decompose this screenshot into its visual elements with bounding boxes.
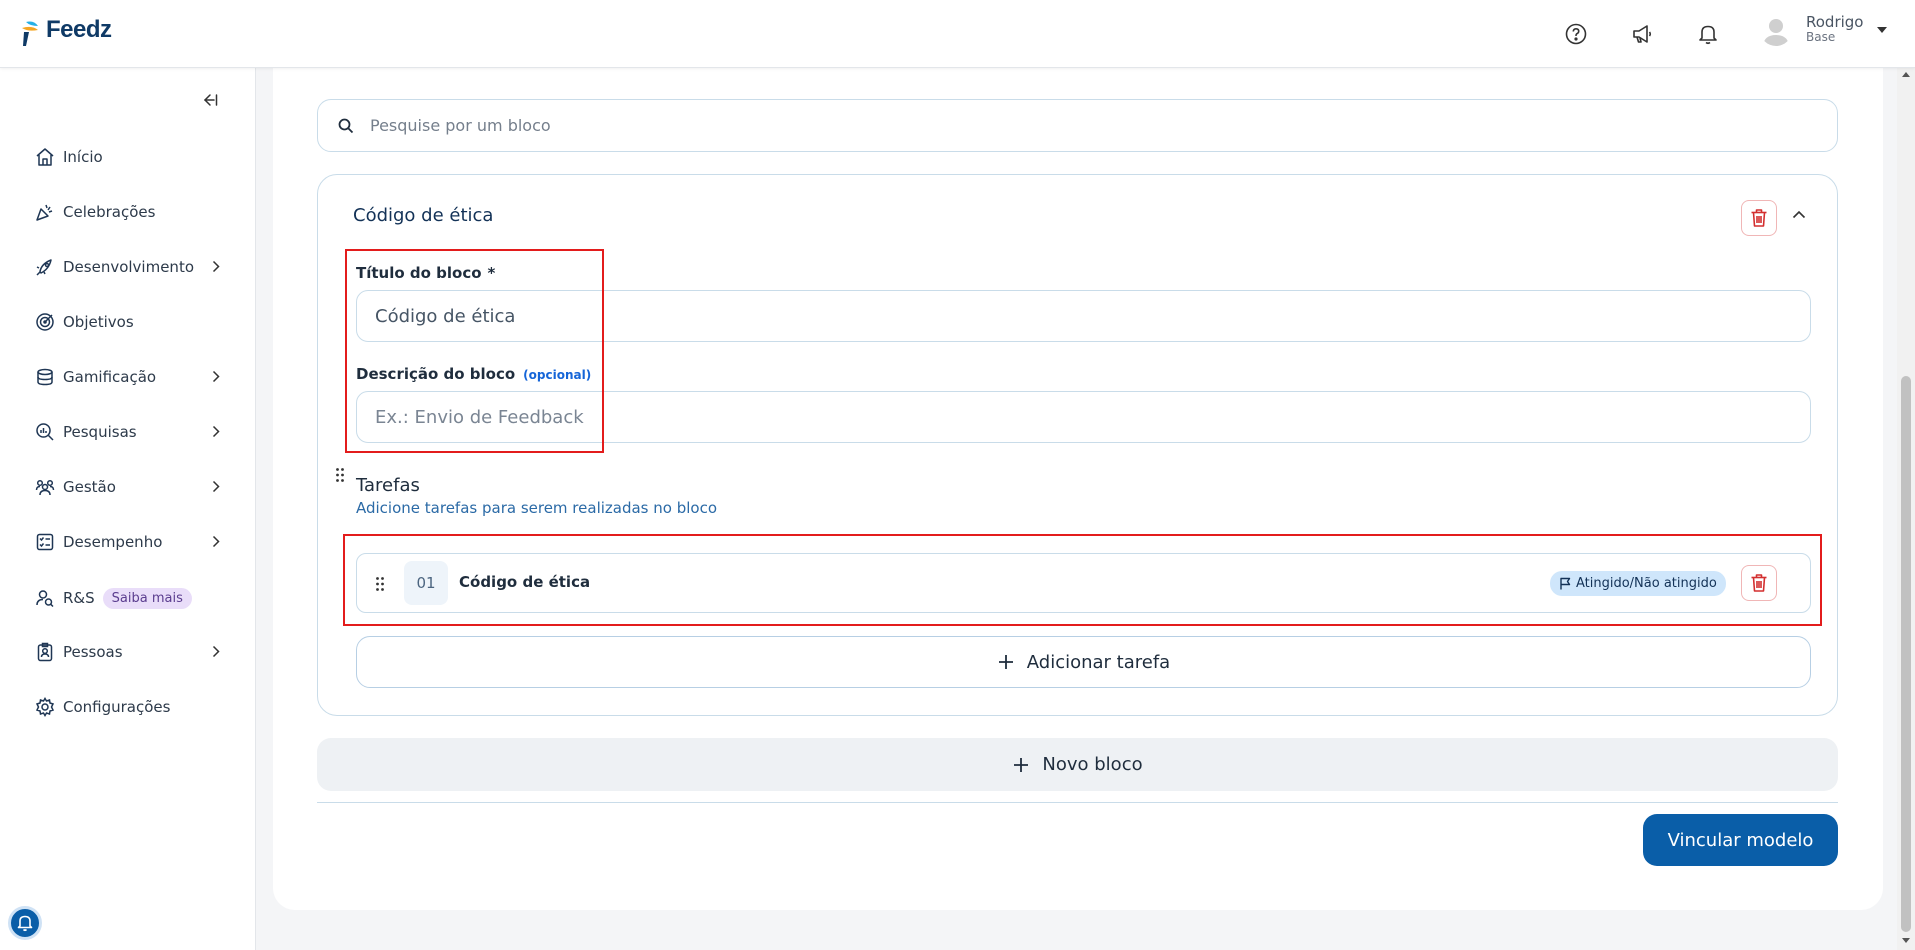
delete-block-button[interactable] <box>1741 200 1777 236</box>
block-title: Código de ética <box>353 205 494 226</box>
top-bar: Feedz Rodrigo Base <box>0 0 1915 68</box>
badge-icon <box>34 641 56 663</box>
scroll-thumb[interactable] <box>1901 376 1911 932</box>
feedz-logo[interactable]: Feedz <box>20 16 112 46</box>
block-search[interactable] <box>317 99 1838 152</box>
sidebar-item-label: Início <box>63 148 103 166</box>
party-icon <box>34 201 56 223</box>
tasks-title: Tarefas <box>356 475 420 496</box>
chevron-right-icon <box>212 425 220 438</box>
search-chart-icon <box>34 421 56 443</box>
feedz-logo-icon <box>20 20 44 46</box>
sidebar-item-desempenho[interactable]: Desempenho <box>34 528 234 556</box>
bell-icon[interactable] <box>1694 20 1722 48</box>
gear-icon <box>34 696 56 718</box>
sidebar-item-label: Configurações <box>63 698 171 716</box>
users-icon <box>34 476 56 498</box>
trash-icon <box>1751 209 1767 227</box>
chevron-right-icon <box>212 370 220 383</box>
sidebar-item-desenvolvimento[interactable]: Desenvolvimento <box>34 253 234 281</box>
sidebar-item-pesquisas[interactable]: Pesquisas <box>34 418 234 446</box>
sidebar-item-rs[interactable]: R&S Saiba mais <box>34 584 234 612</box>
user-role: Base <box>1806 30 1836 44</box>
divider <box>317 802 1838 803</box>
user-name: Rodrigo <box>1806 13 1864 31</box>
new-block-button[interactable]: Novo bloco <box>317 738 1838 791</box>
chevron-right-icon <box>212 645 220 658</box>
plus-icon <box>998 655 1013 669</box>
sidebar-item-gestao[interactable]: Gestão <box>34 473 234 501</box>
saiba-mais-badge[interactable]: Saiba mais <box>102 587 192 609</box>
drag-handle-icon[interactable] <box>335 467 345 483</box>
checklist-icon <box>34 531 56 553</box>
rocket-icon <box>34 256 56 278</box>
sidebar-item-label: Pessoas <box>63 643 123 661</box>
user-menu[interactable]: Rodrigo Base <box>1760 13 1888 46</box>
avatar <box>1760 14 1792 46</box>
highlight-box-task <box>343 534 1822 626</box>
collapse-sidebar-icon[interactable] <box>198 88 222 112</box>
sidebar-item-celebracoes[interactable]: Celebrações <box>34 198 234 226</box>
sidebar-item-label: Gestão <box>63 478 116 496</box>
sidebar-item-configuracoes[interactable]: Configurações <box>34 693 234 721</box>
user-search-icon <box>34 587 56 609</box>
help-circle-icon[interactable] <box>1562 20 1590 48</box>
target-icon <box>34 311 56 333</box>
link-model-button[interactable]: Vincular modelo <box>1643 814 1838 866</box>
sidebar-item-inicio[interactable]: Início <box>34 143 234 171</box>
sidebar-item-label: Objetivos <box>63 313 134 331</box>
sidebar-item-pessoas[interactable]: Pessoas <box>34 638 234 666</box>
search-icon <box>338 118 354 133</box>
sidebar-item-label: Pesquisas <box>63 423 137 441</box>
chevron-up-icon[interactable] <box>1792 210 1806 219</box>
highlight-box-fields <box>345 249 604 453</box>
sidebar-item-label: R&S <box>63 589 95 607</box>
sidebar-item-label: Desempenho <box>63 533 163 551</box>
sidebar-item-label: Gamificação <box>63 368 157 386</box>
add-task-button[interactable]: Adicionar tarefa <box>356 636 1811 688</box>
sidebar-item-label: Desenvolvimento <box>63 258 195 276</box>
sidebar-item-label: Celebrações <box>63 203 156 221</box>
plus-icon <box>1014 757 1029 772</box>
caret-down-icon[interactable] <box>1877 27 1888 33</box>
logo-text: Feedz <box>46 16 112 43</box>
chevron-right-icon <box>212 260 220 273</box>
search-input[interactable] <box>370 116 1770 135</box>
sidebar-item-objetivos[interactable]: Objetivos <box>34 308 234 336</box>
tasks-subtitle: Adicione tarefas para serem realizadas n… <box>356 499 718 517</box>
chat-help-bell-icon[interactable] <box>8 906 42 940</box>
scrollbar[interactable] <box>1897 68 1915 950</box>
home-icon <box>34 146 56 168</box>
coins-icon <box>34 366 56 388</box>
chevron-right-icon <box>212 535 220 548</box>
megaphone-icon[interactable] <box>1628 20 1656 48</box>
chevron-right-icon <box>212 480 220 493</box>
sidebar-item-gamificacao[interactable]: Gamificação <box>34 363 234 391</box>
